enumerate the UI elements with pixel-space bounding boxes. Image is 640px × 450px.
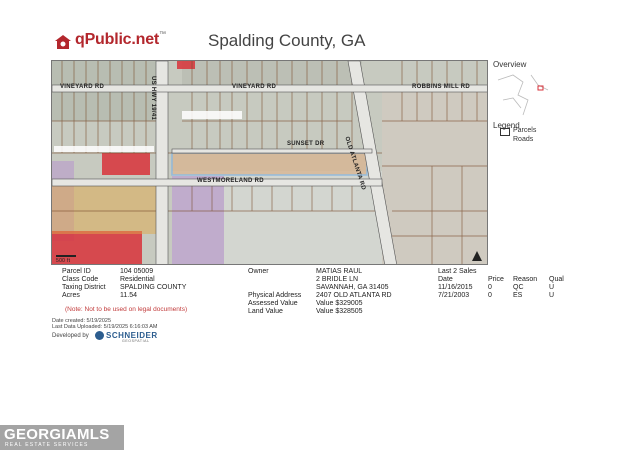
sale-row-qual: U — [549, 292, 555, 299]
taxing-district-label: Taxing District — [62, 284, 106, 291]
sales-header-date: Date — [438, 276, 453, 283]
sale-row-price: 0 — [488, 284, 492, 291]
georgia-mls-sub: REAL ESTATE SERVICES — [5, 442, 89, 448]
land-value: Value $328505 — [316, 308, 363, 315]
owner-address1: 2 BRIDLE LN — [316, 276, 359, 283]
legal-note: (Note: Not to be used on legal documents… — [65, 306, 188, 313]
schneider-logo-sub: GEOSPATIAL — [122, 339, 150, 343]
owner-label: Owner — [248, 268, 269, 275]
sale-row-reason: QC — [513, 284, 524, 291]
schneider-logo-icon — [95, 331, 104, 340]
owner-address2: SAVANNAH, GA 31405 — [316, 284, 389, 291]
sales-title: Last 2 Sales — [438, 268, 477, 275]
sale-row-reason: ES — [513, 292, 523, 299]
overview-title: Overview — [493, 60, 527, 69]
assessed-value: Value $329005 — [316, 300, 363, 307]
acres-value: 11.54 — [120, 292, 137, 299]
parcel-map[interactable]: VINEYARD RD VINEYARD RD ROBBINS MILL RD … — [51, 60, 488, 265]
sales-header-reason: Reason — [513, 276, 538, 283]
georgia-mls-text: GEORGIAMLS — [4, 426, 110, 443]
overview-map[interactable] — [493, 70, 553, 118]
sales-header-qual: Qual — [549, 276, 564, 283]
sale-row-qual: U — [549, 284, 555, 291]
road-label-us-hwy: US HWY 19/41 — [150, 76, 156, 121]
brand-title: qPublic.net™ — [75, 31, 166, 48]
class-code-label: Class Code — [62, 276, 99, 283]
last-data-uploaded: Last Data Uploaded: 5/19/2025 6:16:03 AM — [52, 324, 158, 330]
road-label-sunset: SUNSET DR — [287, 141, 325, 147]
sale-row-date: 7/21/2003 — [438, 292, 470, 299]
road-label-vineyard-mid: VINEYARD RD — [232, 84, 277, 90]
class-code-value: Residential — [120, 276, 155, 283]
map-graphic — [52, 61, 487, 264]
qpublic-logo-icon — [55, 35, 71, 49]
parcel-id-label: Parcel ID — [62, 268, 91, 275]
road-label-robbins: ROBBINS MILL RD — [412, 84, 471, 90]
taxing-district-value: SPALDING COUNTY — [120, 284, 187, 291]
sale-row-price: 0 — [488, 292, 492, 299]
developed-by-label: Developed by — [52, 333, 89, 339]
road-label-vineyard-left: VINEYARD RD — [60, 84, 105, 90]
road-label-westmoreland: WESTMORELAND RD — [197, 178, 264, 184]
county-title: Spalding County, GA — [208, 31, 366, 50]
parcels-swatch-icon — [500, 128, 510, 136]
sales-header-price: Price — [488, 276, 504, 283]
physical-address-value: 2407 OLD ATLANTA RD — [316, 292, 392, 299]
parcel-id-value: 104 05009 — [120, 268, 154, 275]
land-value-label: Land Value — [248, 308, 283, 315]
legend-parcels: Parcels — [513, 127, 537, 134]
acres-label: Acres — [62, 292, 80, 299]
legend-roads: Roads — [513, 136, 534, 143]
sale-row-date: 11/16/2015 — [438, 284, 473, 291]
owner-name: MATIAS RAUL — [316, 268, 363, 275]
physical-address-label: Physical Address — [248, 292, 302, 299]
assessed-value-label: Assessed Value — [248, 300, 298, 307]
map-scale-label: 500 ft — [56, 258, 71, 264]
